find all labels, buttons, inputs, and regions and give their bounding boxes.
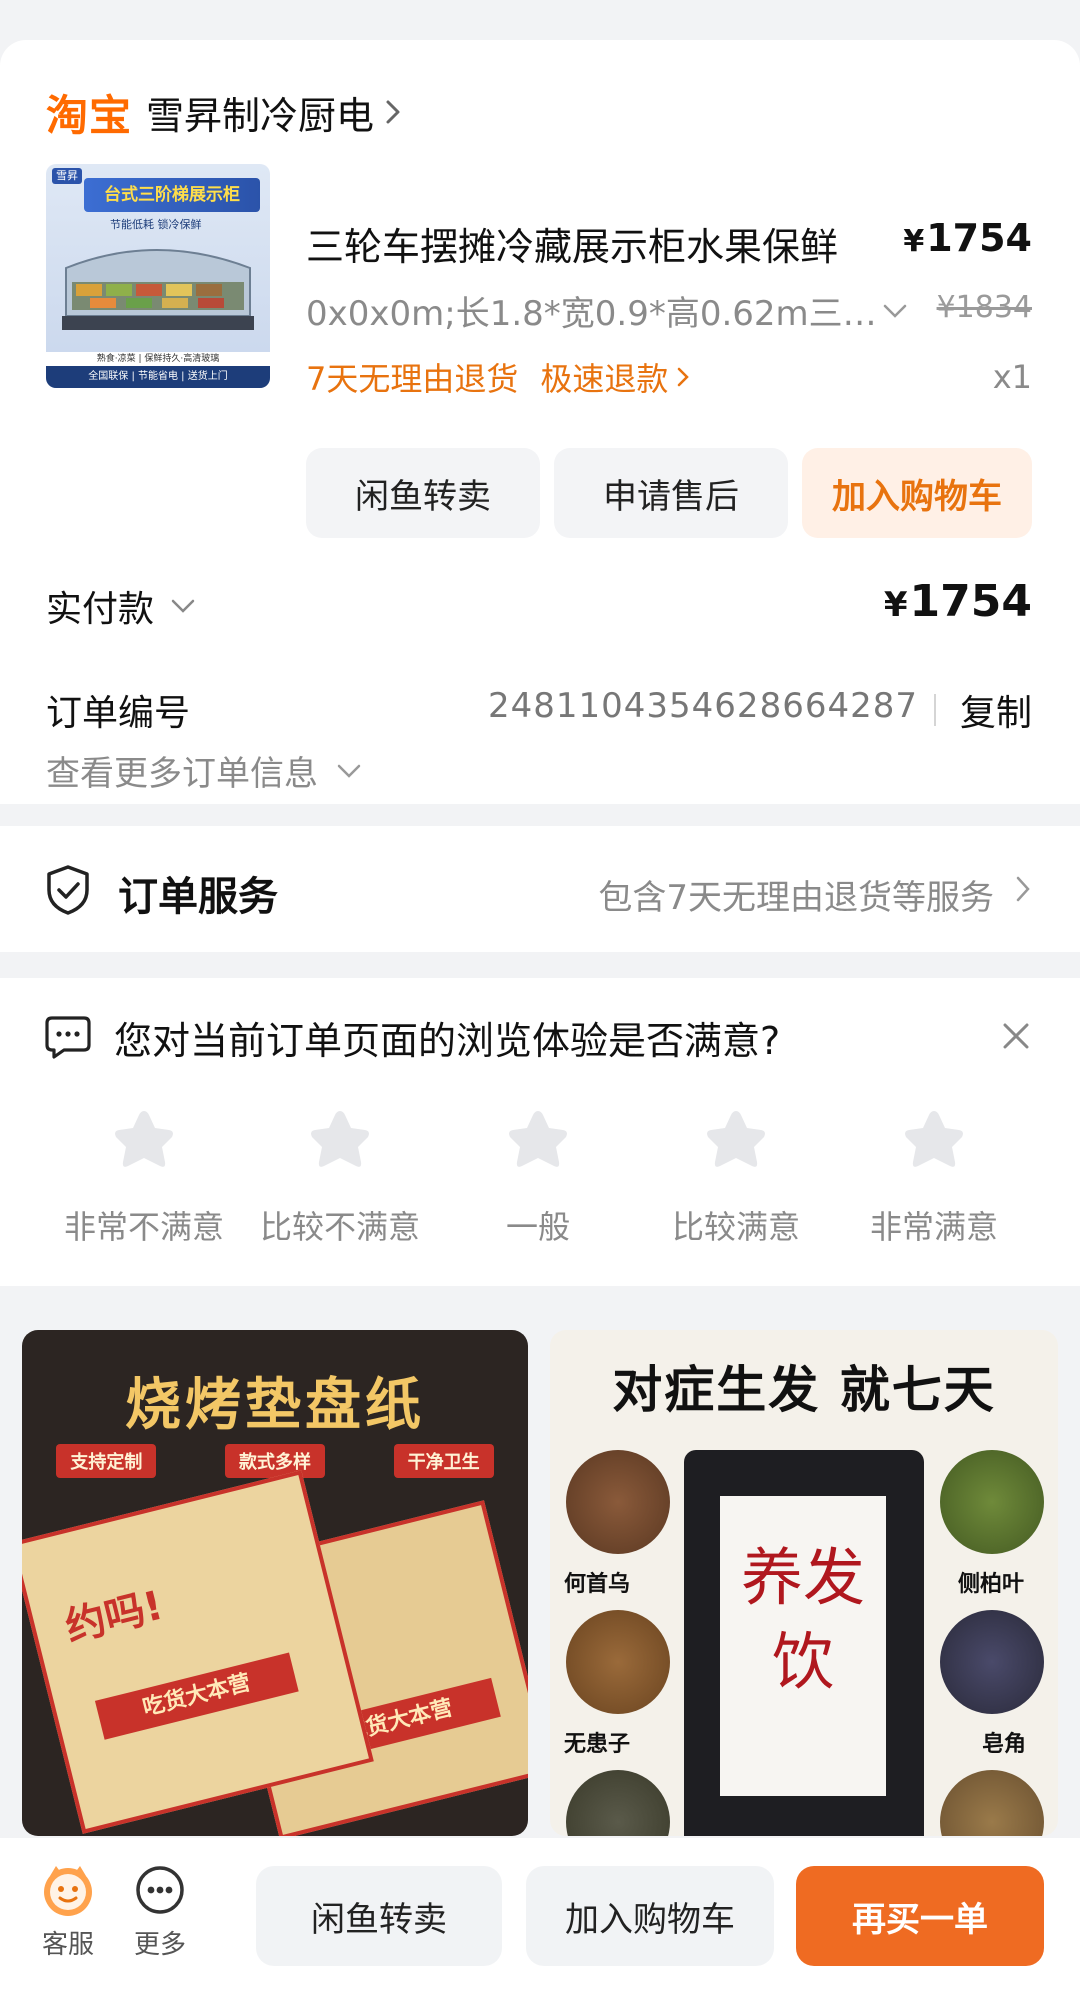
rating-very-satisfied[interactable]: 非常满意: [836, 1106, 1032, 1246]
order-card: 淘宝 雪昇制冷厨电 雪昇 台式三阶梯展示柜 节能低耗 锁冷保鲜 熟食·凉菜 | …: [0, 40, 1080, 804]
thumb-features: 熟食·凉菜 | 保鲜持久·高清玻璃: [46, 352, 270, 366]
customer-service-label: 客服: [41, 1930, 94, 1960]
currency-symbol: ¥: [903, 224, 925, 259]
rec-tag: 支持定制: [56, 1444, 157, 1478]
after-sale-button[interactable]: 申请售后: [554, 448, 788, 538]
customer-service-button[interactable]: 客服: [28, 1862, 108, 1961]
rating-label: 一般: [505, 1208, 570, 1246]
mat-banner: 吃货大本营: [94, 1652, 299, 1740]
product-thumbnail[interactable]: 雪昇 台式三阶梯展示柜 节能低耗 锁冷保鲜 熟食·凉菜 | 保鲜持久·高清玻璃 …: [46, 164, 270, 388]
bag-label: 养发饮: [720, 1496, 886, 1796]
rec-tag: 款式多样: [224, 1444, 325, 1478]
bottom-action-bar: 客服 更多 闲鱼转卖 加入购物车 再买一单: [0, 1838, 1080, 2008]
recommendation-card[interactable]: 烧烤垫盘纸 支持定制 款式多样 干净卫生 吃货大本营 约吗! 吃货大本营: [22, 1330, 528, 1836]
tag-fast-refund: 极速退款: [540, 360, 669, 398]
close-icon[interactable]: [1000, 1020, 1032, 1052]
survey-question: 您对当前订单页面的浏览体验是否满意?: [114, 1019, 781, 1063]
thumb-subtitle: 节能低耗 锁冷保鲜: [110, 218, 202, 231]
star-icon: [115, 1111, 173, 1167]
rating-label: 非常不满意: [63, 1208, 224, 1246]
order-detail-page: 淘宝 雪昇制冷厨电 雪昇 台式三阶梯展示柜 节能低耗 锁冷保鲜 熟食·凉菜 | …: [0, 0, 1080, 2008]
buy-again-button[interactable]: 再买一单: [796, 1866, 1044, 1966]
copy-button[interactable]: 复制: [960, 684, 1032, 736]
rating-dissatisfied[interactable]: 比较不满意: [242, 1106, 438, 1246]
herb-label: 无患子: [564, 1732, 631, 1757]
service-description: 包含7天无理由退货等服务: [598, 878, 994, 918]
paid-amount: ¥1754: [884, 576, 1032, 627]
rating-label: 比较满意: [671, 1208, 800, 1246]
bag-label-text: 养发饮: [740, 1541, 865, 1698]
star-icon: [905, 1111, 963, 1167]
chevron-right-icon: [678, 367, 690, 387]
rec-tags: 支持定制 款式多样 干净卫生: [22, 1444, 528, 1478]
chevron-down-icon: [337, 764, 361, 778]
recommendation-card[interactable]: 对症生发 就七天 何首乌 侧柏叶 无患子 皂角 养发饮: [550, 1330, 1058, 1836]
paid-amount-value: 1754: [909, 576, 1032, 627]
order-number: 2481104354628664287: [487, 686, 918, 726]
more-label: 更多: [133, 1930, 186, 1960]
thumb-banner: 台式三阶梯展示柜: [84, 178, 260, 212]
currency-symbol: ¥: [883, 585, 908, 625]
thumb-footer: 全国联保 | 节能省电 | 送货上门: [46, 366, 270, 388]
customer-service-icon: [44, 1866, 92, 1916]
chevron-right-icon: [1016, 876, 1030, 902]
divider: [934, 694, 936, 726]
product-title[interactable]: 三轮车摆摊冷藏展示柜水果保鲜: [306, 216, 838, 271]
product-bag-image: 养发饮: [684, 1450, 924, 1836]
thumb-brand-logo: 雪昇: [52, 168, 82, 184]
product-price-value: 1754: [926, 216, 1032, 260]
add-to-cart-button[interactable]: 加入购物车: [802, 448, 1032, 538]
rec-title: 烧烤垫盘纸: [125, 1373, 425, 1438]
satisfaction-survey: 您对当前订单页面的浏览体验是否满意? 非常不满意 比较不满意 一般 比较满意 非…: [0, 978, 1080, 1286]
product-sku[interactable]: 0x0x0m;长1.8*宽0.9*高0.62m三…: [306, 286, 877, 335]
bottom-resell-button[interactable]: 闲鱼转卖: [256, 1866, 502, 1966]
rating-neutral[interactable]: 一般: [440, 1106, 636, 1246]
more-button[interactable]: 更多: [120, 1862, 200, 1961]
product-service-tags[interactable]: 7天无理由退货 极速退款: [306, 354, 690, 400]
paid-label[interactable]: 实付款: [46, 580, 196, 632]
chevron-down-icon[interactable]: [882, 302, 908, 320]
order-service-row[interactable]: 订单服务 包含7天无理由退货等服务: [0, 826, 1080, 952]
star-icon: [707, 1111, 765, 1167]
rating-label: 比较不满意: [259, 1208, 420, 1246]
star-icon: [509, 1111, 567, 1167]
rating-label: 非常满意: [869, 1208, 998, 1246]
product-quantity: x1: [992, 358, 1032, 396]
more-icon: [136, 1866, 184, 1914]
chat-bubble-icon: [45, 1016, 91, 1059]
resell-button[interactable]: 闲鱼转卖: [306, 448, 540, 538]
herb-image: [566, 1610, 670, 1714]
herb-image: [940, 1450, 1044, 1554]
herb-label: 侧柏叶: [958, 1572, 1025, 1597]
shop-header[interactable]: 淘宝 雪昇制冷厨电: [46, 82, 412, 142]
herb-image: [566, 1450, 670, 1554]
shop-name[interactable]: 雪昇制冷厨电: [146, 85, 374, 140]
herb-image: [566, 1770, 670, 1836]
herb-label: 何首乌: [564, 1572, 631, 1597]
chevron-right-icon: [374, 93, 412, 131]
service-title: 订单服务: [118, 874, 278, 920]
original-price: ¥1834: [936, 290, 1032, 325]
star-icon: [311, 1111, 369, 1167]
more-order-info-label: 查看更多订单信息: [46, 754, 318, 794]
bottom-add-to-cart-button[interactable]: 加入购物车: [526, 1866, 774, 1966]
rec-tag: 干净卫生: [393, 1444, 494, 1478]
more-order-info[interactable]: 查看更多订单信息: [46, 746, 362, 795]
chevron-down-icon: [171, 599, 195, 613]
tag-7day-return: 7天无理由退货: [306, 360, 519, 398]
rating-very-dissatisfied[interactable]: 非常不满意: [46, 1106, 242, 1246]
herb-image: [940, 1610, 1044, 1714]
rec-title: 对症生发 就七天: [612, 1361, 996, 1419]
herb-image: [940, 1770, 1044, 1836]
taobao-logo: 淘宝: [46, 90, 133, 140]
shield-check-icon: [47, 865, 89, 915]
mat-headline: 约吗!: [61, 1582, 168, 1651]
herb-label: 皂角: [982, 1732, 1027, 1757]
product-price: ¥1754: [903, 216, 1032, 260]
rating-satisfied[interactable]: 比较满意: [638, 1106, 834, 1246]
order-number-label: 订单编号: [46, 693, 191, 734]
paid-label-text: 实付款: [46, 589, 155, 630]
display-cabinet-image: [62, 249, 254, 330]
